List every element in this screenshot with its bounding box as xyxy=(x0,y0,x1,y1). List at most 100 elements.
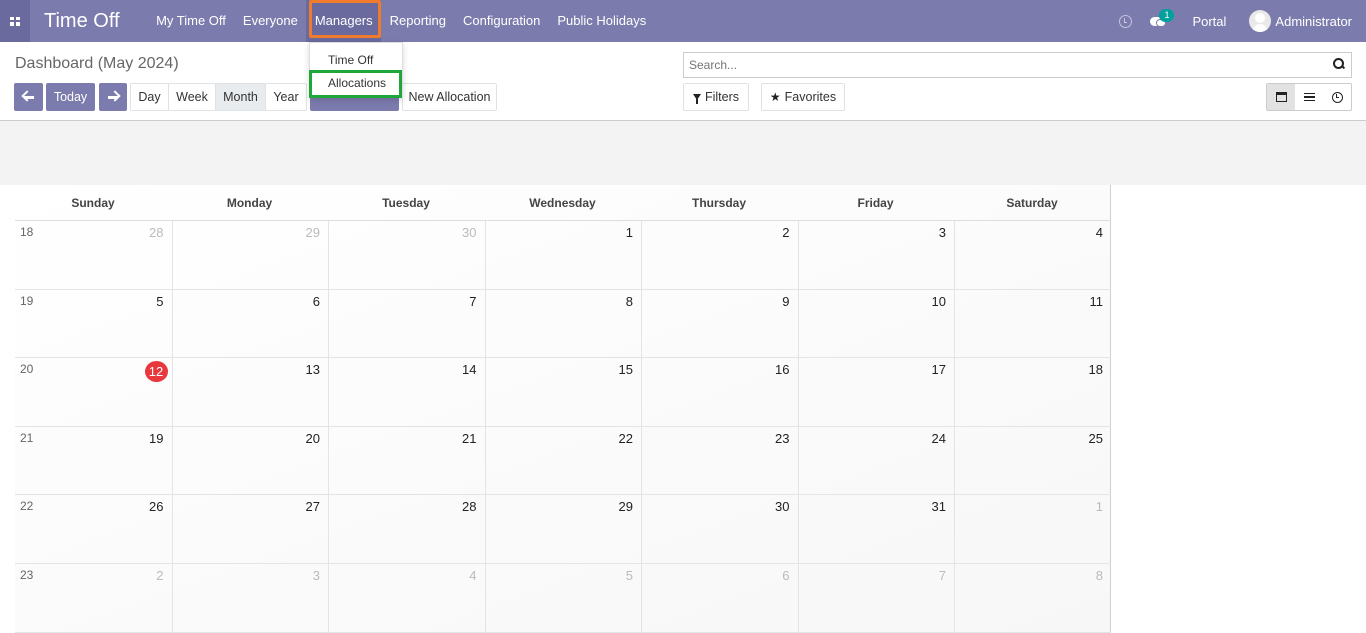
user-menu[interactable]: Administrator xyxy=(1275,14,1352,29)
calendar-day-cell[interactable]: 17 xyxy=(797,358,955,427)
calendar-day-cell[interactable]: 23 xyxy=(641,426,798,496)
calendar-day-cell[interactable]: 27 xyxy=(171,495,329,564)
scale-month-button[interactable]: Month xyxy=(215,83,266,111)
day-number: 2 xyxy=(156,568,164,583)
calendar-header: Sunday Monday Tuesday Wednesday Thursday Frid… xyxy=(15,185,1111,221)
calendar-day-cell[interactable]: 14 xyxy=(328,358,485,427)
calendar-day-cell[interactable]: 4 xyxy=(328,564,485,633)
search-input[interactable] xyxy=(684,53,1304,77)
day-number: 7 xyxy=(938,568,946,583)
day-number: 3 xyxy=(938,225,946,240)
week-number: 18 xyxy=(20,225,34,239)
day-number: 31 xyxy=(931,499,946,515)
day-number: 14 xyxy=(462,362,477,378)
calendar-icon xyxy=(1275,92,1287,102)
calendar-day-cell[interactable]: 29 xyxy=(484,495,642,564)
favorites-button[interactable]: ★ Favorites xyxy=(761,83,845,111)
calendar-view-button[interactable] xyxy=(1267,84,1295,110)
day-name-header: Wednesday xyxy=(529,196,596,210)
previous-button[interactable] xyxy=(14,83,43,111)
menu-my-time-off[interactable]: My Time Off xyxy=(148,0,235,42)
star-icon: ★ xyxy=(769,90,781,104)
calendar-day-cell[interactable]: 21 xyxy=(328,426,485,496)
week-number: 19 xyxy=(20,293,34,308)
calendar-day-cell[interactable]: 22 xyxy=(484,426,642,496)
calendar-day-cell[interactable]: 1 xyxy=(484,221,642,290)
day-number: 16 xyxy=(775,362,790,378)
calendar-day-cell[interactable]: 8 xyxy=(954,564,1111,633)
calendar-day-cell[interactable]: 7 xyxy=(328,289,485,359)
day-name-header: Sunday xyxy=(71,196,115,210)
calendar-day-cell[interactable]: 30 xyxy=(641,495,798,564)
arrow-right-icon xyxy=(107,91,119,103)
managers-highlight-box xyxy=(309,0,381,38)
messaging-icon[interactable]: 1 xyxy=(1150,9,1175,28)
day-number: 2 xyxy=(782,225,790,240)
calendar-day-cell[interactable]: 31 xyxy=(797,495,955,564)
calendar-day-cell[interactable]: 19 5 xyxy=(15,290,172,359)
scale-year-button[interactable]: Year xyxy=(265,83,307,111)
day-number: 29 xyxy=(618,499,633,515)
calendar-day-cell[interactable]: 15 xyxy=(484,358,642,427)
calendar-day-cell[interactable]: 8 xyxy=(484,289,642,359)
calendar-week-row: 20 12 13 14 15 16 17 18 xyxy=(15,358,1111,427)
user-avatar[interactable] xyxy=(1249,10,1272,32)
calendar-day-cell[interactable]: 7 xyxy=(797,564,955,633)
new-allocation-button[interactable]: New Allocation xyxy=(402,83,497,111)
calendar-day-cell[interactable]: 25 xyxy=(954,426,1111,496)
calendar-day-cell[interactable]: 3 xyxy=(797,221,955,290)
day-name-header: Saturday xyxy=(1006,196,1058,210)
calendar-week-row: 19 5 6 7 8 9 10 11 xyxy=(15,289,1111,359)
calendar-day-cell[interactable]: 21 19 xyxy=(15,427,172,496)
calendar-day-cell[interactable]: 29 xyxy=(171,221,329,290)
activity-clock-icon[interactable] xyxy=(1119,14,1133,28)
portal-link[interactable]: Portal xyxy=(1192,14,1226,29)
breadcrumb: Dashboard (May 2024) xyxy=(15,55,179,72)
calendar-day-cell[interactable]: 28 xyxy=(328,495,485,564)
calendar-day-cell[interactable]: 18 28 xyxy=(15,221,172,290)
calendar-day-cell[interactable]: 22 26 xyxy=(15,495,172,564)
day-number: 5 xyxy=(156,293,164,309)
menu-public-holidays[interactable]: Public Holidays xyxy=(549,0,655,42)
month-calendar: Sunday Monday Tuesday Wednesday Thursday Frid… xyxy=(15,185,1111,633)
calendar-day-cell[interactable]: 3 xyxy=(171,564,329,633)
calendar-day-cell[interactable]: 5 xyxy=(484,564,642,633)
scale-day-button[interactable]: Day xyxy=(130,83,169,111)
apps-menu-button[interactable] xyxy=(0,0,30,42)
today-button[interactable]: Today xyxy=(46,83,95,111)
calendar-day-cell[interactable]: 6 xyxy=(171,289,329,359)
calendar-day-cell[interactable]: 1 xyxy=(954,495,1111,564)
menu-everyone[interactable]: Everyone xyxy=(234,0,306,42)
calendar-day-cell[interactable]: 6 xyxy=(641,564,798,633)
calendar-day-cell[interactable]: 20 xyxy=(171,426,329,496)
week-number: 20 xyxy=(20,362,34,377)
calendar-day-cell[interactable]: 18 xyxy=(954,358,1111,427)
calendar-side-panel xyxy=(1111,185,1366,633)
menu-configuration[interactable]: Configuration xyxy=(455,0,549,42)
calendar-day-cell[interactable]: 24 xyxy=(797,426,955,496)
calendar-day-cell[interactable]: 10 xyxy=(797,289,955,359)
day-name-header: Thursday xyxy=(691,196,746,210)
day-number: 5 xyxy=(625,568,633,583)
menu-reporting[interactable]: Reporting xyxy=(381,0,454,42)
activity-view-button[interactable] xyxy=(1323,84,1351,110)
scale-week-button[interactable]: Week xyxy=(168,83,216,111)
next-button[interactable] xyxy=(99,83,127,111)
calendar-day-cell[interactable]: 16 xyxy=(641,358,798,427)
calendar-day-cell[interactable]: 23 2 xyxy=(15,564,172,633)
calendar-day-cell[interactable]: 13 xyxy=(171,358,329,427)
calendar-day-cell[interactable]: 11 xyxy=(954,289,1111,359)
calendar-day-cell[interactable]: 2 xyxy=(641,221,798,290)
calendar-day-cell[interactable]: 30 xyxy=(328,221,485,290)
day-number: 6 xyxy=(782,568,790,583)
calendar-day-cell[interactable]: 4 xyxy=(954,221,1111,290)
list-view-button[interactable] xyxy=(1295,84,1323,110)
allocations-highlight-box xyxy=(309,70,402,98)
filters-button[interactable]: Filters xyxy=(683,83,749,111)
list-icon xyxy=(1303,92,1315,102)
calendar-day-cell[interactable]: 20 12 xyxy=(15,358,172,427)
calendar-day-cell[interactable]: 9 xyxy=(641,289,798,359)
day-number: 7 xyxy=(469,293,477,309)
search-icon[interactable] xyxy=(1333,58,1345,70)
dropdown-item-time-off[interactable]: Time Off xyxy=(328,53,373,67)
